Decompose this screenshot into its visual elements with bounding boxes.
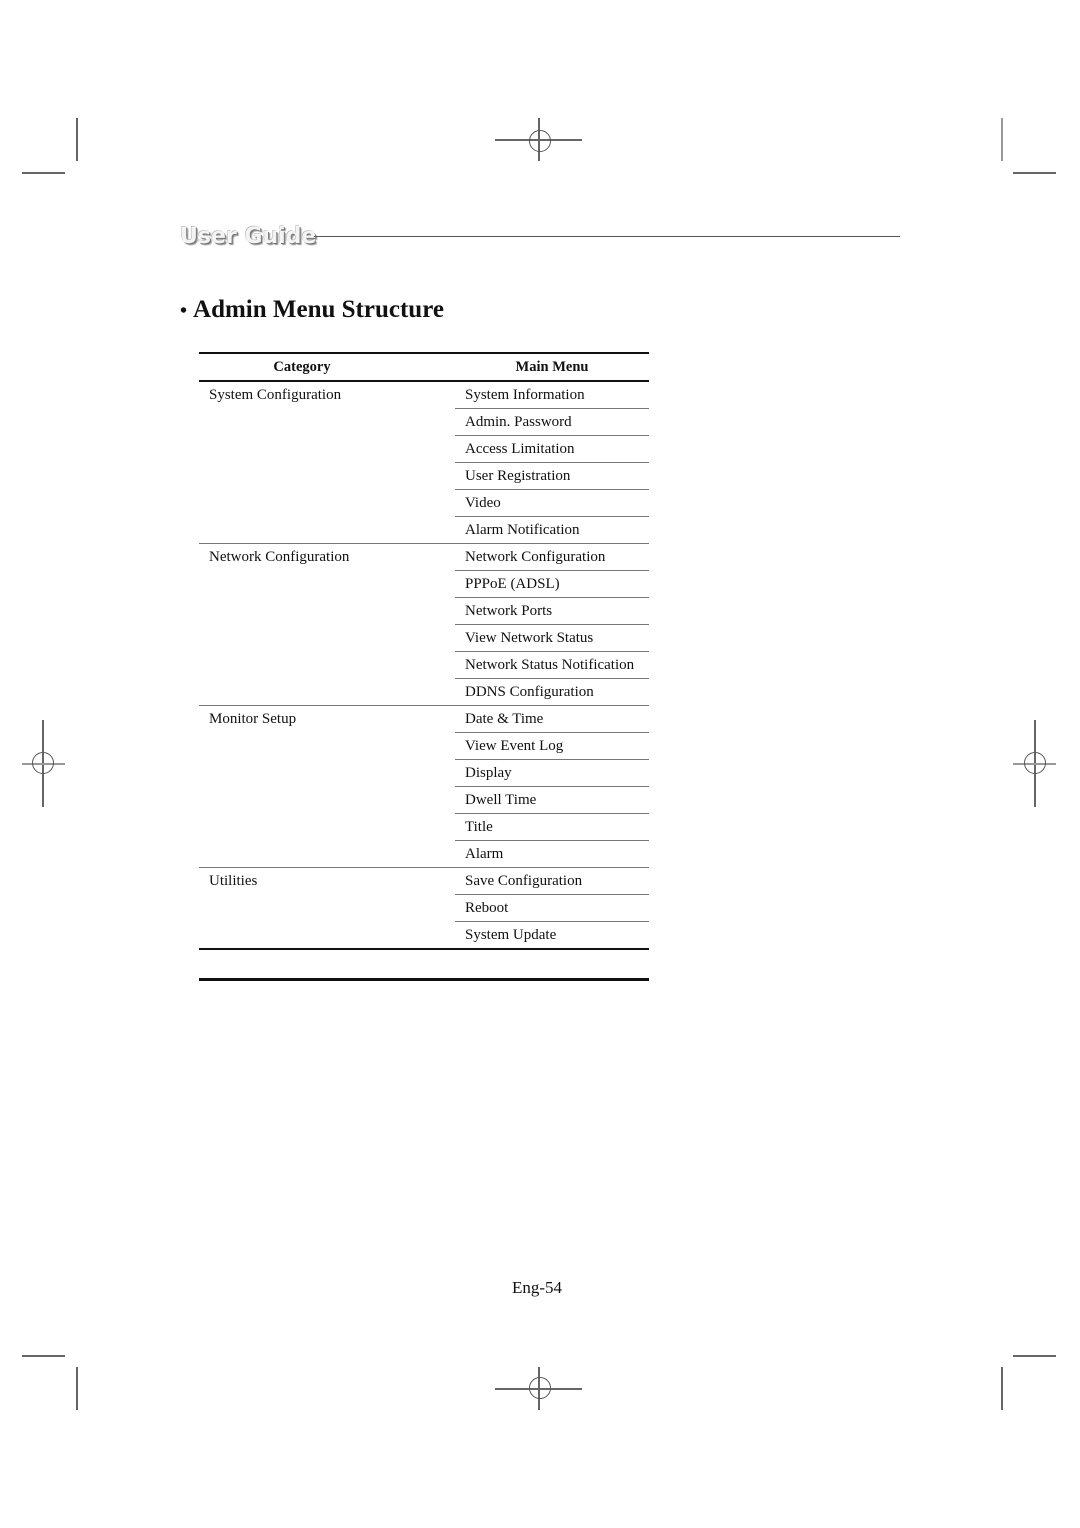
main-menu-cell: Video xyxy=(455,489,649,517)
category-cell xyxy=(199,516,455,544)
category-cell xyxy=(199,787,455,814)
crop-mark xyxy=(76,118,78,161)
table-row: DDNS Configuration xyxy=(199,678,649,706)
main-menu-cell: Admin. Password xyxy=(455,408,649,436)
main-menu-cell: System Information xyxy=(455,381,649,409)
main-menu-cell: Alarm xyxy=(455,840,649,868)
crop-mark xyxy=(76,1367,78,1410)
main-menu-cell: Display xyxy=(455,759,649,787)
category-cell xyxy=(199,840,455,868)
crop-mark xyxy=(1013,172,1056,174)
table-row: PPPoE (ADSL) xyxy=(199,570,649,598)
main-menu-cell: User Registration xyxy=(455,462,649,490)
category-cell xyxy=(199,490,455,517)
crop-mark xyxy=(1013,1355,1056,1357)
page-number-text: Eng-54 xyxy=(512,1278,563,1297)
main-menu-cell: View Event Log xyxy=(455,732,649,760)
category-cell xyxy=(199,652,455,679)
table-header-row: Category Main Menu xyxy=(199,352,649,382)
table-row: Title xyxy=(199,813,649,841)
table-row: System Configuration System Information xyxy=(199,381,649,409)
user-guide-logo: User Guide xyxy=(180,224,317,249)
crop-mark xyxy=(22,1355,65,1357)
crop-mark xyxy=(1001,1367,1003,1410)
category-cell xyxy=(199,921,455,950)
table-bottom-rule xyxy=(199,978,649,981)
main-menu-cell: Reboot xyxy=(455,894,649,922)
column-header-main-menu: Main Menu xyxy=(455,352,649,382)
table-row: Network Ports xyxy=(199,597,649,625)
table-row: Utilities Save Configuration xyxy=(199,867,649,895)
category-cell: Monitor Setup xyxy=(209,710,297,727)
category-cell xyxy=(199,733,455,760)
table-row: View Event Log xyxy=(199,732,649,760)
main-menu-cell: Dwell Time xyxy=(455,786,649,814)
table-row: Network Status Notification xyxy=(199,651,649,679)
category-cell xyxy=(199,895,455,922)
table-row: Access Limitation xyxy=(199,435,649,463)
category-cell xyxy=(199,463,455,490)
table-row: Video xyxy=(199,489,649,517)
page-header: User Guide xyxy=(180,224,900,254)
table-row: Monitor Setup Date & Time xyxy=(199,705,649,733)
category-cell: Utilities xyxy=(209,872,258,889)
header-rule xyxy=(314,236,900,237)
column-header-category: Category xyxy=(199,352,455,382)
category-cell xyxy=(199,436,455,463)
crop-mark xyxy=(22,172,65,174)
main-menu-cell: Save Configuration xyxy=(455,867,649,895)
bullet-icon: • xyxy=(180,300,188,322)
category-cell: System Configuration xyxy=(209,386,342,403)
category-cell xyxy=(199,760,455,787)
table-row: View Network Status xyxy=(199,624,649,652)
admin-menu-table: Category Main Menu System Configuration S… xyxy=(199,352,649,950)
table-row: Alarm Notification xyxy=(199,516,649,544)
category-cell xyxy=(199,409,455,436)
table-row: System Update xyxy=(199,921,649,950)
table-row: User Registration xyxy=(199,462,649,490)
main-menu-cell: View Network Status xyxy=(455,624,649,652)
category-cell xyxy=(199,625,455,652)
table-row: Display xyxy=(199,759,649,787)
main-menu-cell: Access Limitation xyxy=(455,435,649,463)
main-menu-cell: Date & Time xyxy=(455,705,649,733)
section-title-text: Admin Menu Structure xyxy=(193,296,444,323)
main-menu-cell: Network Configuration xyxy=(455,543,649,571)
main-menu-cell: Alarm Notification xyxy=(455,516,649,544)
category-cell xyxy=(199,598,455,625)
table-row: Reboot xyxy=(199,894,649,922)
crop-mark xyxy=(1001,118,1003,161)
main-menu-cell: Title xyxy=(455,813,649,841)
main-menu-cell: Network Ports xyxy=(455,597,649,625)
category-cell xyxy=(199,571,455,598)
main-menu-cell: System Update xyxy=(455,921,649,950)
category-cell: Network Configuration xyxy=(209,548,350,565)
table-row: Admin. Password xyxy=(199,408,649,436)
table-row: Dwell Time xyxy=(199,786,649,814)
main-menu-cell: Network Status Notification xyxy=(455,651,649,679)
section-title: • Admin Menu Structure xyxy=(180,296,444,324)
table-row: Network Configuration Network Configurati… xyxy=(199,543,649,571)
category-cell xyxy=(199,678,455,706)
category-cell xyxy=(199,814,455,841)
main-menu-cell: DDNS Configuration xyxy=(455,678,649,706)
main-menu-cell: PPPoE (ADSL) xyxy=(455,570,649,598)
table-row: Alarm xyxy=(199,840,649,868)
